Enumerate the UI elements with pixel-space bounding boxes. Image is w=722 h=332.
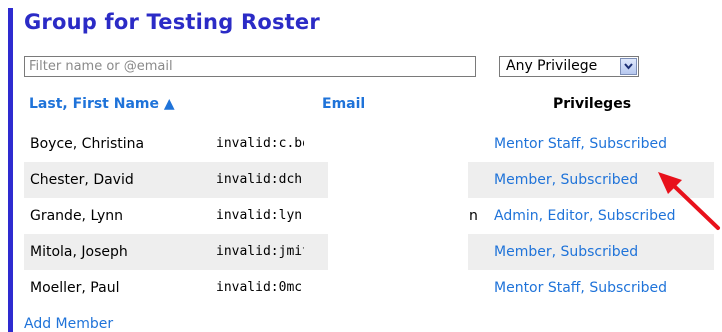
accent-bar <box>8 8 13 332</box>
member-email: invalid:0mc <box>216 280 303 295</box>
member-name: Mitola, Joseph <box>30 244 128 260</box>
member-name: Chester, David <box>30 172 134 188</box>
table-row: Boyce, Christina invalid:c.bo Mentor Sta… <box>24 126 714 162</box>
member-email: invalid:c.bo <box>216 136 304 151</box>
table-row: Moeller, Paul invalid:0mc Mentor Staff, … <box>24 270 714 306</box>
member-privileges-link[interactable]: Member, Subscribed <box>494 172 638 188</box>
column-header-email[interactable]: Email <box>322 96 365 112</box>
add-member-link[interactable]: Add Member <box>24 316 113 332</box>
privilege-select-value: Any Privilege <box>506 58 598 74</box>
member-privileges-link[interactable]: Mentor Staff, Subscribed <box>494 280 667 296</box>
member-name: Boyce, Christina <box>30 136 145 152</box>
column-header-privileges: Privileges <box>553 96 632 112</box>
member-email: invalid:dch <box>216 172 303 187</box>
table-row: Grande, Lynn invalid:lynr n Admin, Edito… <box>24 198 714 234</box>
table-row: Mitola, Joseph invalid:jmit Member, Subs… <box>24 234 714 270</box>
privilege-select[interactable]: Any Privilege <box>499 56 639 77</box>
member-email-tail: n <box>469 208 478 224</box>
red-arrow-icon <box>658 172 720 230</box>
chevron-down-icon[interactable] <box>620 58 637 75</box>
page-title: Group for Testing Roster <box>24 10 320 34</box>
table-row: Chester, David invalid:dch Member, Subsc… <box>24 162 714 198</box>
member-email: invalid:jmit <box>216 244 304 259</box>
member-name: Grande, Lynn <box>30 208 124 224</box>
member-privileges-link[interactable]: Member, Subscribed <box>494 244 638 260</box>
member-name: Moeller, Paul <box>30 280 120 296</box>
column-header-name[interactable]: Last, First Name ▲ <box>29 96 175 112</box>
member-email: invalid:lynr <box>216 208 304 223</box>
filter-input[interactable] <box>24 56 476 77</box>
chevron-down-glyph <box>624 63 633 70</box>
member-privileges-link[interactable]: Mentor Staff, Subscribed <box>494 136 667 152</box>
member-privileges-link[interactable]: Admin, Editor, Subscribed <box>494 208 676 224</box>
